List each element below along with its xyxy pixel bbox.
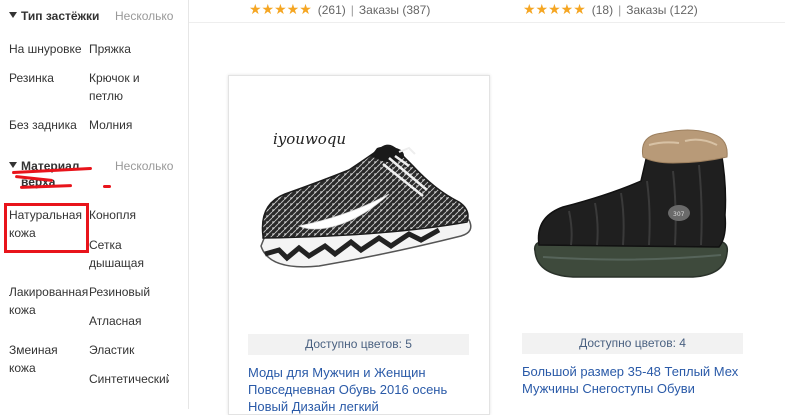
filter-option-rubber[interactable]: Резиновый: [89, 284, 173, 302]
rating-stars-icon: ★★★★★: [523, 1, 586, 17]
orders-count[interactable]: Заказы (122): [626, 3, 697, 17]
divider: [189, 22, 785, 23]
svg-text:307: 307: [673, 211, 685, 218]
filter-group-title: Тип застёжки: [21, 9, 100, 23]
multi-select-label[interactable]: Несколько: [115, 8, 173, 24]
orders-count[interactable]: Заказы (387): [359, 3, 430, 17]
rating-row: ★★★★★ (261) | Заказы (387): [249, 0, 430, 18]
available-colors: Доступно цветов: 4: [522, 333, 743, 354]
filter-option-satin[interactable]: Атласная: [89, 313, 173, 331]
separator: |: [350, 3, 354, 17]
separator: |: [618, 3, 622, 17]
rating-stars-icon: ★★★★★: [249, 1, 312, 17]
brand-watermark: iyouwoqu: [273, 130, 347, 148]
filter-option-slip-on[interactable]: Без задника: [9, 117, 87, 135]
filter-option-elastic[interactable]: Эластик: [89, 342, 173, 360]
rating-row: ★★★★★ (18) | Заказы (122): [523, 0, 698, 18]
multi-select-label[interactable]: Несколько: [115, 158, 173, 174]
product-image[interactable]: 307: [513, 85, 753, 320]
product-card[interactable]: 307 Доступно цветов: 4 Большой размер 35…: [503, 75, 765, 415]
snow-boot-image-icon: 307: [533, 129, 729, 278]
filter-option-snakeskin[interactable]: Змеиная кожа: [9, 342, 69, 377]
product-title-link[interactable]: Моды для Мужчин и Женщин Повседневная Об…: [248, 364, 472, 415]
filter-option-synthetic[interactable]: Синтетический: [89, 371, 169, 389]
product-card[interactable]: iyouwoqu Доступно цветов: 5 Моды для Муж…: [228, 75, 490, 415]
product-title-link[interactable]: Большой размер 35-48 Теплый Мех Мужчины …: [522, 363, 746, 397]
available-colors: Доступно цветов: 5: [248, 334, 469, 355]
filter-option-hook-loop[interactable]: Крючок и петлю: [89, 70, 149, 105]
filter-option-hemp[interactable]: Конопля: [89, 207, 173, 225]
annotation-highlight-box: [4, 203, 89, 253]
filter-option-mesh[interactable]: Сетка дышащая: [89, 237, 151, 272]
filter-option-laces[interactable]: На шнуровке: [9, 41, 87, 59]
review-count[interactable]: (261): [318, 3, 346, 17]
sneaker-image-icon: [260, 144, 472, 268]
review-count[interactable]: (18): [592, 3, 613, 17]
filter-option-buckle[interactable]: Пряжка: [89, 41, 173, 59]
annotation-mark: [103, 185, 111, 188]
filter-option-zipper[interactable]: Молния: [89, 117, 173, 135]
filter-option-elastic-band[interactable]: Резинка: [9, 70, 87, 88]
collapse-triangle-icon[interactable]: [9, 162, 17, 168]
filter-option-patent-leather[interactable]: Лакированная кожа: [9, 284, 88, 319]
product-image[interactable]: iyouwoqu: [239, 86, 479, 321]
collapse-triangle-icon[interactable]: [9, 12, 17, 18]
